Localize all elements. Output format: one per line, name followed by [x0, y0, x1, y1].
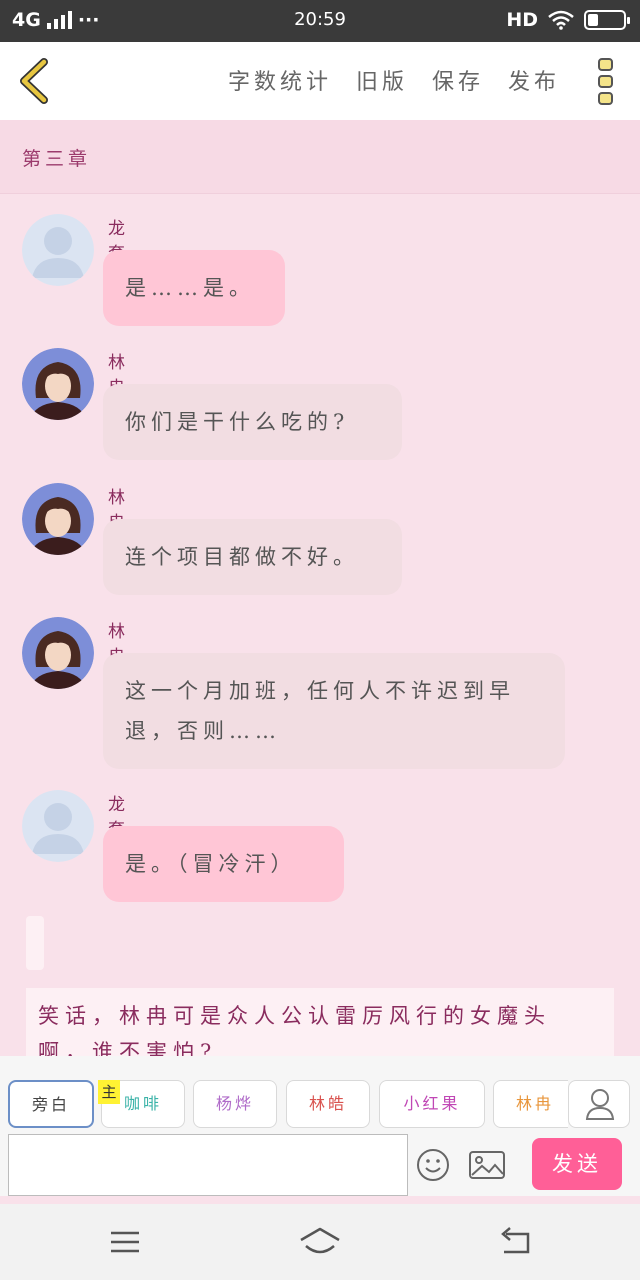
message-bubble[interactable]: 连个项目都做不好。 [103, 519, 402, 595]
publish-button[interactable]: 发布 [508, 64, 560, 96]
panel-divider [0, 1196, 640, 1204]
insert-marker[interactable] [26, 916, 44, 970]
word-count-button[interactable]: 字数统计 [228, 64, 332, 96]
menu-icon[interactable] [103, 1224, 147, 1260]
main-role-tag: 主 [98, 1080, 120, 1104]
role-selector: 旁白 咖啡 杨烨 林皓 小红果 林冉 [0, 1080, 568, 1130]
message-input[interactable] [8, 1134, 408, 1196]
message-bubble[interactable]: 是……是。 [103, 250, 285, 326]
message-bubble[interactable]: 是。（冒冷汗） [103, 826, 344, 902]
role-lin-ran[interactable]: 林冉 [493, 1080, 568, 1128]
narration-block[interactable]: 笑话，林冉可是众人公认雷厉风行的女魔头啊，谁不害怕? [26, 988, 614, 1058]
photo-avatar [22, 348, 94, 420]
chapter-header[interactable]: 第三章 [0, 120, 640, 194]
photo-avatar [22, 483, 94, 555]
image-icon[interactable] [468, 1148, 506, 1182]
default-avatar-icon [22, 790, 94, 862]
system-nav-bar [0, 1204, 640, 1280]
hd-indicator: HD [506, 9, 538, 31]
wifi-icon [548, 10, 574, 30]
role-lin-hao[interactable]: 林皓 [286, 1080, 370, 1128]
battery-icon [584, 10, 630, 30]
toolbar-actions: 字数统计 旧版 保存 发布 [228, 64, 560, 96]
default-avatar-icon [22, 214, 94, 286]
message-bubble[interactable]: 你们是干什么吃的? [103, 384, 402, 460]
old-version-button[interactable]: 旧版 [356, 64, 408, 96]
editor-toolbar: 字数统计 旧版 保存 发布 [0, 42, 640, 120]
user-icon [585, 1089, 615, 1120]
home-icon[interactable] [298, 1224, 342, 1260]
chapter-title: 第三章 [22, 148, 92, 170]
status-bar: 4G ··· 20:59 HD [0, 0, 640, 42]
role-narrator[interactable]: 旁白 [8, 1080, 94, 1128]
battery-level [588, 14, 598, 26]
status-right: HD [506, 9, 630, 31]
emoji-icon[interactable] [416, 1148, 450, 1182]
save-button[interactable]: 保存 [432, 64, 484, 96]
more-menu-icon[interactable] [596, 56, 616, 106]
role-xiao-hong-guo[interactable]: 小红果 [379, 1080, 485, 1128]
send-button[interactable]: 发送 [532, 1138, 622, 1190]
back-nav-icon[interactable] [494, 1224, 538, 1260]
back-arrow-icon[interactable] [14, 56, 54, 106]
compose-panel: 旁白 咖啡 杨烨 林皓 小红果 林冉 主 发送 [0, 1056, 640, 1204]
role-yang-ye[interactable]: 杨烨 [193, 1080, 277, 1128]
role-manage-button[interactable] [568, 1080, 630, 1128]
photo-avatar [22, 617, 94, 689]
message-bubble[interactable]: 这一个月加班，任何人不许迟到早退，否则…… [103, 653, 565, 769]
